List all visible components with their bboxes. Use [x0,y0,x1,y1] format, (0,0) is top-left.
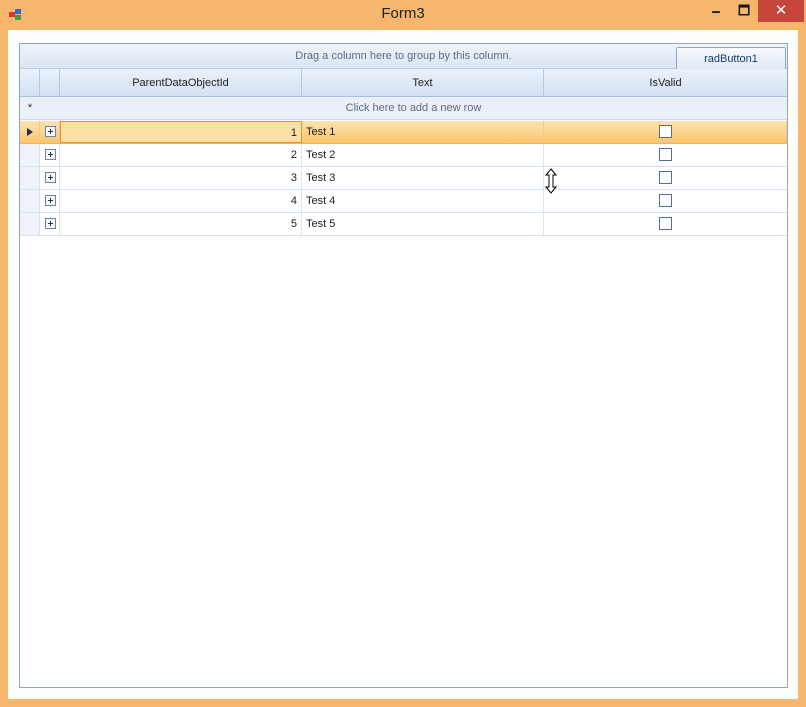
expand-plus-icon[interactable] [45,195,56,206]
is-valid-checkbox[interactable] [659,148,672,161]
cell-is-valid[interactable] [544,213,787,235]
cell-is-valid[interactable] [544,121,787,143]
new-row-text: Click here to add a new row [345,102,482,114]
expand-plus-icon[interactable] [45,172,56,183]
cell-parent-data-object-id[interactable]: 1 [60,121,302,143]
cell-is-valid[interactable] [544,144,787,166]
row-indicator [20,121,40,143]
is-valid-checkbox[interactable] [659,171,672,184]
form-client-area: Drag a column here to group by this colu… [8,30,798,699]
column-header-row: ParentDataObjectId Text IsValid [20,69,787,97]
table-row[interactable]: 2 Test 2 [20,144,787,167]
window: Form3 🗕 🗖 ✕ Drag a column here to group … [0,0,806,707]
cell-is-valid[interactable] [544,167,787,189]
cell-parent-data-object-id[interactable]: 2 [60,144,302,166]
row-indicator [20,190,40,212]
row-indicator [20,167,40,189]
cell-parent-data-object-id[interactable]: 5 [60,213,302,235]
is-valid-checkbox[interactable] [659,125,672,138]
column-header-parent-data-object-id[interactable]: ParentDataObjectId [60,69,302,97]
minimize-icon: 🗕 [711,3,721,18]
cell-text[interactable]: Test 3 [302,167,544,189]
header-indicator-cell [20,69,40,97]
row-expander[interactable] [40,167,60,189]
close-button[interactable]: ✕ [758,0,804,22]
close-icon: ✕ [774,2,788,19]
is-valid-checkbox[interactable] [659,194,672,207]
row-expander[interactable] [40,121,60,143]
cell-is-valid[interactable] [544,190,787,212]
add-new-row[interactable]: * Click here to add a new row [20,97,787,120]
maximize-button[interactable]: 🗖 [730,0,758,22]
group-panel-text: Drag a column here to group by this colu… [295,50,512,62]
cell-parent-data-object-id[interactable]: 3 [60,167,302,189]
title-bar[interactable]: Form3 🗕 🗖 ✕ [0,0,806,30]
row-expander[interactable] [40,144,60,166]
table-row[interactable]: 5 Test 5 [20,213,787,236]
maximize-icon: 🗖 [737,3,751,18]
cell-text[interactable]: Test 1 [302,121,544,143]
column-header-text[interactable]: Text [302,69,544,97]
minimize-button[interactable]: 🗕 [702,0,730,22]
resize-cursor-icon [545,168,557,194]
group-by-panel[interactable]: Drag a column here to group by this colu… [20,44,787,71]
current-row-arrow-icon [26,128,33,137]
cell-text[interactable]: Test 4 [302,190,544,212]
row-expander[interactable] [40,190,60,212]
data-grid[interactable]: Drag a column here to group by this colu… [19,43,788,688]
row-indicator [20,144,40,166]
header-expander-cell [40,69,60,97]
cell-text[interactable]: Test 5 [302,213,544,235]
window-title: Form3 [381,5,425,22]
cell-parent-data-object-id[interactable]: 4 [60,190,302,212]
row-indicator [20,213,40,235]
row-expander[interactable] [40,213,60,235]
table-row[interactable]: 4 Test 4 [20,190,787,213]
is-valid-checkbox[interactable] [659,217,672,230]
column-header-is-valid[interactable]: IsValid [544,69,787,97]
expand-plus-icon[interactable] [45,218,56,229]
expand-plus-icon[interactable] [45,149,56,160]
new-row-star-icon: * [27,102,33,114]
table-row[interactable]: 1 Test 1 [20,121,787,144]
rad-button[interactable]: radButton1 [676,47,786,71]
cell-text[interactable]: Test 2 [302,144,544,166]
table-row[interactable]: 3 Test 3 [20,167,787,190]
expand-plus-icon[interactable] [45,126,56,137]
